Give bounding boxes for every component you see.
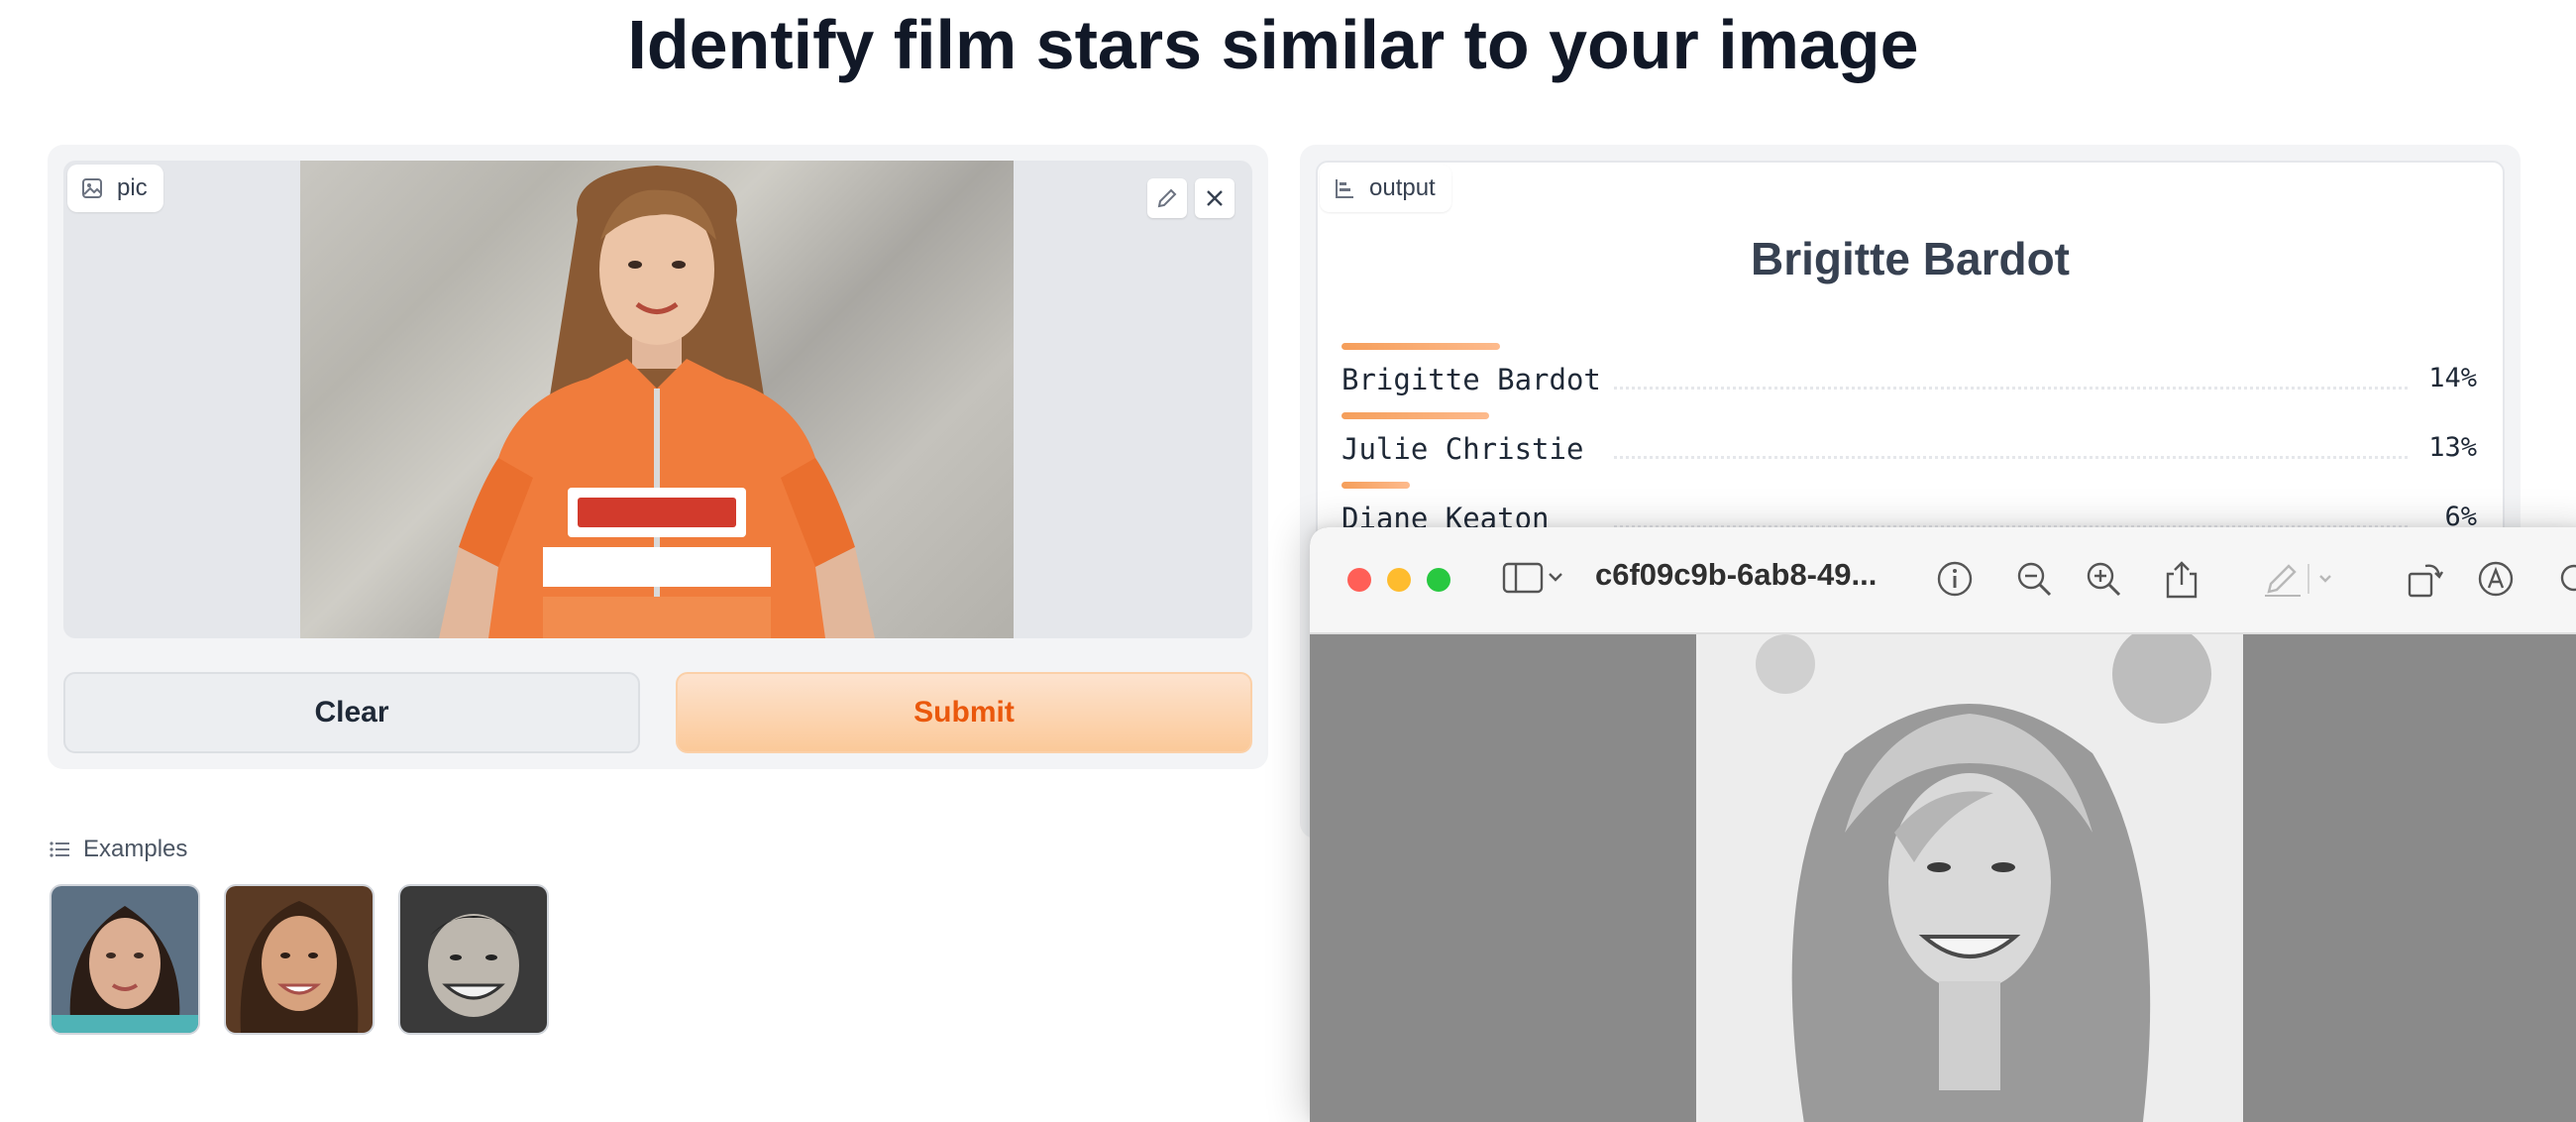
preview-toolbar: c6f09c9b-6ab8-49... [1310,527,2576,634]
search-icon [2560,564,2576,592]
confidence-row[interactable]: Julie Christie 13% [1342,412,2477,482]
clear-button[interactable]: Clear [63,672,640,753]
info-icon [1937,561,1973,597]
portrait-thumbnail [400,886,547,1033]
close-window-button[interactable] [1347,568,1371,592]
clear-image-button[interactable] [1195,178,1234,218]
image-label-chip: pic [67,165,163,212]
confidence-bar [1342,343,1500,350]
image-label: pic [117,174,148,201]
confidence-percent: 14% [2428,363,2477,393]
portrait-thumbnail [52,886,198,1033]
examples-label: Examples [83,836,188,862]
sidebar-icon [1502,562,1562,594]
confidence-percent: 13% [2428,432,2477,463]
examples-header: Examples [50,836,187,863]
minimize-window-button[interactable] [1387,568,1411,592]
preview-title: c6f09c9b-6ab8-49... [1595,557,1878,592]
pencil-icon [1157,188,1177,208]
zoom-out-icon [2017,562,2052,597]
annotate-button[interactable] [2477,560,2515,598]
image-icon [82,178,102,198]
share-icon [2166,561,2198,599]
confidence-bar [1342,412,1489,419]
markup-button[interactable] [2265,560,2334,598]
submit-button[interactable]: Submit [676,672,1252,753]
edit-button[interactable] [1147,178,1187,218]
person-illustration [439,166,875,638]
image-upload-panel[interactable]: pic [63,161,1252,638]
rotate-button[interactable] [2406,560,2445,600]
zoom-in-icon [2087,562,2121,597]
output-label: output [1369,174,1436,201]
example-thumbnail-3[interactable] [398,884,549,1035]
zoom-in-button[interactable] [2085,560,2122,598]
pen-icon [2265,564,2331,597]
info-button[interactable] [1936,560,1974,598]
output-label-chip: output [1320,165,1451,212]
example-thumbnail-2[interactable] [224,884,375,1035]
bar-chart-icon [1336,179,1353,198]
page-title: Identify film stars similar to your imag… [627,6,1919,83]
dotted-leader [1614,387,2408,390]
bw-portrait [1696,634,2243,1122]
markup-circle-icon [2478,561,2514,597]
dotted-leader [1614,456,2408,459]
preview-image [1696,634,2243,1122]
input-block: pic Clear Submit [48,145,1268,769]
rotate-icon [2408,564,2444,598]
sidebar-toggle-button[interactable] [1502,560,1565,596]
zoom-window-button[interactable] [1427,568,1450,592]
preview-window[interactable]: c6f09c9b-6ab8-49... [1310,527,2576,1122]
list-icon [50,842,69,857]
search-button[interactable] [2556,560,2576,598]
confidence-label: Brigitte Bardot [1342,363,1601,396]
close-icon [1207,190,1223,206]
example-thumbnail-1[interactable] [50,884,200,1035]
uploaded-image [300,161,1014,638]
confidence-label: Julie Christie [1342,432,1584,466]
share-button[interactable] [2164,560,2200,600]
zoom-out-button[interactable] [2015,560,2053,598]
confidence-row[interactable]: Brigitte Bardot 14% [1342,343,2477,412]
portrait-thumbnail [226,886,373,1033]
confidence-bar [1342,482,1410,489]
predicted-label: Brigitte Bardot [1751,233,2070,284]
